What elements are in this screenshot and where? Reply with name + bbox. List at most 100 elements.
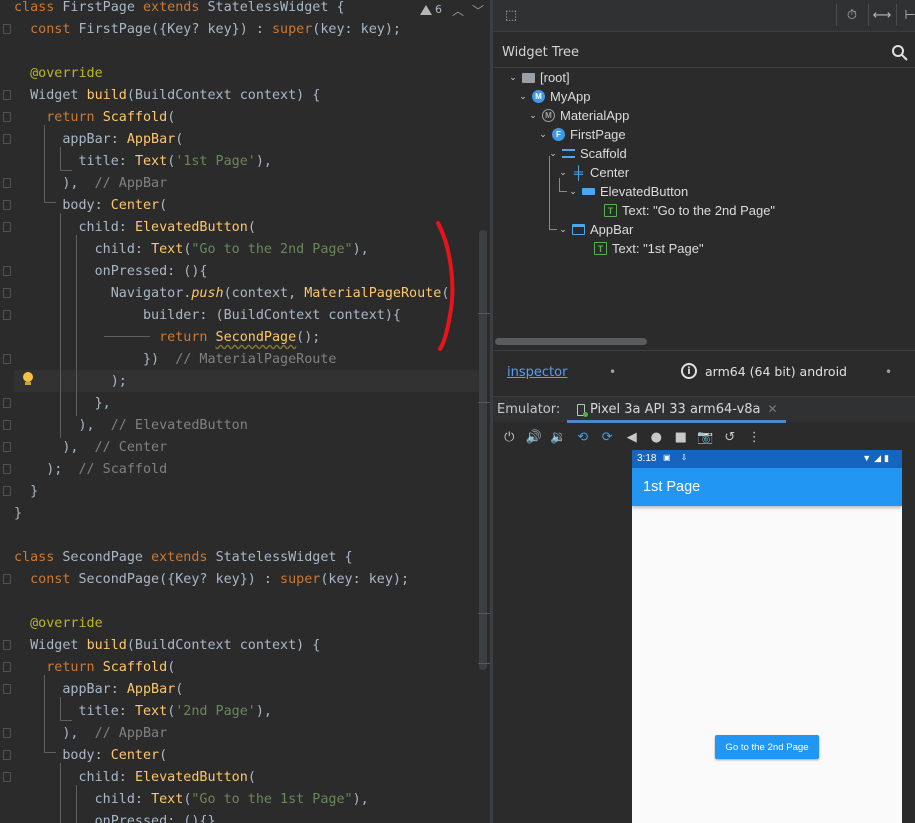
code-line[interactable]: ), // AppBar — [14, 173, 449, 195]
tree-node[interactable]: ⌄ M MaterialApp — [527, 106, 629, 125]
tree-node[interactable]: ⌄ ElevatedButton — [567, 182, 688, 201]
fold-marker[interactable] — [3, 574, 11, 584]
fold-marker[interactable] — [3, 266, 11, 276]
code-line[interactable]: ); — [14, 371, 449, 393]
code-line[interactable]: class FirstPage extends StatelessWidget … — [14, 0, 449, 19]
home-icon[interactable]: ● — [644, 426, 669, 448]
expand-chevron-icon[interactable]: ⌄ — [567, 186, 579, 197]
chevron-up-icon[interactable]: ︿ — [452, 2, 464, 19]
fold-marker[interactable] — [3, 442, 11, 452]
code-line[interactable]: title: Text('1st Page'), — [14, 151, 449, 173]
close-tab-icon[interactable]: ✕ — [768, 402, 778, 420]
code-line[interactable]: onPressed: (){ — [14, 261, 449, 283]
baselines-icon[interactable]: ⊢ — [897, 3, 915, 27]
fold-marker[interactable] — [3, 178, 11, 188]
fold-marker[interactable] — [3, 640, 11, 650]
chevron-down-icon[interactable]: ﹀ — [472, 2, 484, 19]
code-line[interactable]: }, — [14, 393, 449, 415]
expand-chevron-icon[interactable]: ⌄ — [507, 72, 519, 83]
horizontal-guidelines-icon[interactable]: ⟷ — [869, 3, 895, 27]
fold-marker[interactable] — [3, 398, 11, 408]
volume-up-icon[interactable]: 🔊 — [522, 426, 547, 448]
inspector-link[interactable]: inspector — [507, 365, 567, 380]
go-to-second-page-button[interactable]: Go to the 2nd Page — [715, 735, 819, 759]
camera-icon[interactable]: 📷 — [693, 426, 718, 448]
code-line[interactable] — [14, 41, 449, 63]
fold-marker[interactable] — [3, 222, 11, 232]
tree-horizontal-scrollbar[interactable] — [495, 338, 647, 345]
editor-scrollbar[interactable] — [479, 230, 487, 670]
fold-marker[interactable] — [3, 750, 11, 760]
fold-marker[interactable] — [3, 772, 11, 782]
power-icon[interactable]: ⏻ — [497, 426, 522, 448]
snapshot-icon[interactable]: ↺ — [718, 426, 743, 448]
code-line[interactable]: const SecondPage({Key? key}) : super(key… — [14, 569, 449, 591]
expand-chevron-icon[interactable]: ⌄ — [547, 148, 559, 159]
fold-marker[interactable] — [3, 354, 11, 364]
code-line[interactable]: body: Center( — [14, 195, 449, 217]
fold-marker[interactable] — [3, 464, 11, 474]
tree-node[interactable]: ⌄ [root] — [507, 68, 569, 87]
code-line[interactable]: child: Text("Go to the 1st Page"), — [14, 789, 449, 811]
code-line[interactable]: class SecondPage extends StatelessWidget… — [14, 547, 449, 569]
expand-chevron-icon[interactable]: ⌄ — [557, 224, 569, 235]
code-line[interactable]: } — [14, 503, 449, 525]
volume-down-icon[interactable]: 🔉 — [546, 426, 571, 448]
code-line[interactable]: body: Center( — [14, 745, 449, 767]
rotate-left-icon[interactable]: ⟲ — [571, 426, 596, 448]
more-icon[interactable]: ⋮ — [742, 426, 767, 448]
code-line[interactable]: child: ElevatedButton( — [14, 217, 449, 239]
code-line[interactable]: Widget build(BuildContext context) { — [14, 85, 449, 107]
search-icon[interactable] — [891, 44, 909, 62]
code-line[interactable]: builder: (BuildContext context){ — [14, 305, 449, 327]
code-line[interactable]: Widget build(BuildContext context) { — [14, 635, 449, 657]
fold-marker[interactable] — [3, 134, 11, 144]
tree-node[interactable]: ⌄ Scaffold — [547, 144, 627, 163]
phone-screen[interactable]: 3:18 ▣ ⇩ ▼◢▮ 1st Page Go to the 2nd Page — [632, 450, 902, 823]
code-line[interactable]: onPressed: (){} — [14, 811, 449, 823]
code-line[interactable]: ), // AppBar — [14, 723, 449, 745]
stopwatch-icon[interactable]: ⏱ — [839, 3, 865, 27]
tree-node[interactable]: T Text: "Go to the 2nd Page" — [589, 201, 775, 220]
overview-icon[interactable]: ■ — [669, 426, 694, 448]
select-widget-icon[interactable]: ⬚ — [498, 3, 524, 27]
tree-node[interactable]: ⌄ AppBar — [557, 220, 633, 239]
code-line[interactable]: return Scaffold( — [14, 107, 449, 129]
warnings-indicator[interactable]: 6 — [420, 3, 442, 16]
fold-marker[interactable] — [3, 112, 11, 122]
code-line[interactable]: }) // MaterialPageRoute — [14, 349, 449, 371]
fold-marker[interactable] — [3, 24, 11, 34]
code-line[interactable] — [14, 525, 449, 547]
code-line[interactable]: @override — [14, 63, 449, 85]
code-line[interactable]: const FirstPage({Key? key}) : super(key:… — [14, 19, 449, 41]
emulator-device-tab[interactable]: Pixel 3a API 33 arm64-v8a ✕ — [567, 397, 786, 423]
code-line[interactable]: appBar: AppBar( — [14, 679, 449, 701]
code-line[interactable]: return SecondPage(); — [14, 327, 449, 349]
fold-marker[interactable] — [3, 420, 11, 430]
rotate-right-icon[interactable]: ⟳ — [595, 426, 620, 448]
code-line[interactable]: ), // Center — [14, 437, 449, 459]
fold-marker[interactable] — [3, 728, 11, 738]
fold-marker[interactable] — [3, 310, 11, 320]
code-line[interactable]: @override — [14, 613, 449, 635]
fold-marker[interactable] — [3, 684, 11, 694]
code-line[interactable]: appBar: AppBar( — [14, 129, 449, 151]
code-line[interactable]: Navigator.push(context, MaterialPageRout… — [14, 283, 450, 305]
code-line[interactable]: child: ElevatedButton( — [14, 767, 449, 789]
code-line[interactable]: child: Text("Go to the 2nd Page"), — [14, 239, 449, 261]
code-line[interactable]: title: Text('2nd Page'), — [14, 701, 449, 723]
fold-marker[interactable] — [3, 288, 11, 298]
code-line[interactable]: ), // ElevatedButton — [14, 415, 449, 437]
fold-marker[interactable] — [3, 200, 11, 210]
fold-marker[interactable] — [3, 662, 11, 672]
expand-chevron-icon[interactable]: ⌄ — [557, 167, 569, 178]
code-editor[interactable]: class FirstPage extends StatelessWidget … — [0, 0, 490, 823]
code-content[interactable]: class FirstPage extends StatelessWidget … — [14, 0, 449, 823]
tree-node[interactable]: ⌄ ╪ Center — [557, 163, 629, 182]
tree-node[interactable]: ⌄ M MyApp — [517, 87, 590, 106]
code-line[interactable] — [14, 591, 449, 613]
tree-node[interactable]: ⌄ F FirstPage — [537, 125, 625, 144]
fold-marker[interactable] — [3, 90, 11, 100]
code-line[interactable]: } — [14, 481, 449, 503]
code-line[interactable]: ); // Scaffold — [14, 459, 449, 481]
